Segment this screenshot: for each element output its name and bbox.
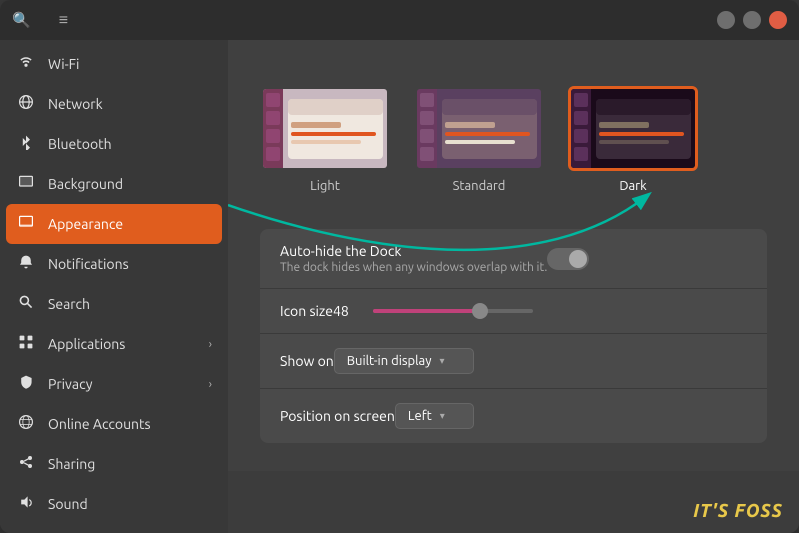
- titlebar-left: 🔍 ≡: [12, 11, 212, 30]
- toggle-knob: [569, 250, 587, 268]
- sidebar-item-network[interactable]: Network: [0, 84, 228, 124]
- dock-row-icon-size: Icon size48: [260, 289, 767, 334]
- dock-row-show-on: Show on Built-in display ▾: [260, 334, 767, 389]
- sidebar-label-notifications: Notifications: [48, 256, 212, 272]
- wifi-icon: [16, 54, 36, 74]
- dock-label-position: Position on screen: [280, 408, 395, 424]
- toggle-auto-hide[interactable]: [547, 248, 589, 270]
- dock-row-label-position: Position on screen: [280, 408, 395, 424]
- color-label-standard: Standard: [453, 179, 506, 193]
- sound-icon: [16, 494, 36, 514]
- window-content: Wi-Fi Network Bluetooth Background Appearanc…: [0, 40, 799, 533]
- color-preview-dark: [568, 86, 698, 171]
- slider-track[interactable]: [373, 309, 533, 313]
- dock-label-icon-size: Icon size: [280, 303, 333, 319]
- watermark-text1: IT'S: [693, 501, 729, 521]
- dock-sublabel-auto-hide: The dock hides when any windows overlap …: [280, 261, 547, 274]
- dock-label-auto-hide: Auto-hide the Dock: [280, 243, 547, 259]
- dock-card: Auto-hide the Dock The dock hides when an…: [260, 229, 767, 443]
- dock-row-label-show-on: Show on: [280, 353, 334, 369]
- chevron-down-icon: ▾: [440, 410, 445, 422]
- close-button[interactable]: ✕: [769, 11, 787, 29]
- sidebar-item-sound[interactable]: Sound: [0, 484, 228, 524]
- color-preview-light: [260, 86, 390, 171]
- notifications-icon: [16, 254, 36, 274]
- watermark: IT'S FOSS: [693, 501, 783, 521]
- main-wrapper: Light Standard Dark: [228, 40, 799, 533]
- settings-window: 🔍 ≡ − □ ✕ Wi-Fi Network Bluetooth Backgroun…: [0, 0, 799, 533]
- sidebar-label-network: Network: [48, 96, 212, 112]
- dock-row-position: Position on screen Left ▾: [260, 389, 767, 443]
- sidebar-label-bluetooth: Bluetooth: [48, 136, 212, 152]
- slider-value: 48: [333, 303, 361, 319]
- color-card-light[interactable]: Light: [260, 86, 390, 193]
- slider-thumb[interactable]: [472, 303, 488, 319]
- sidebar-item-appearance[interactable]: Appearance: [6, 204, 222, 244]
- network-icon: [16, 94, 36, 114]
- sidebar-item-applications[interactable]: Applications ›: [0, 324, 228, 364]
- sidebar-label-privacy: Privacy: [48, 376, 197, 392]
- sidebar-item-notifications[interactable]: Notifications: [0, 244, 228, 284]
- sidebar-label-background: Background: [48, 176, 212, 192]
- select-position[interactable]: Left ▾: [395, 403, 474, 429]
- sidebar: Wi-Fi Network Bluetooth Background Appearanc…: [0, 40, 228, 533]
- hamburger-icon[interactable]: ≡: [59, 11, 68, 30]
- applications-icon: [16, 334, 36, 354]
- sidebar-item-bluetooth[interactable]: Bluetooth: [0, 124, 228, 164]
- color-card-dark[interactable]: Dark: [568, 86, 698, 193]
- background-icon: [16, 174, 36, 194]
- slider-fill: [373, 309, 480, 313]
- chevron-right-icon: ›: [209, 338, 212, 351]
- sidebar-item-sharing[interactable]: Sharing: [0, 444, 228, 484]
- search-icon: [16, 294, 36, 314]
- sidebar-label-sharing: Sharing: [48, 456, 212, 472]
- watermark-text2: FOSS: [729, 501, 783, 521]
- minimize-button[interactable]: −: [717, 11, 735, 29]
- sharing-icon: [16, 454, 36, 474]
- select-value-position: Left: [408, 409, 432, 423]
- maximize-button[interactable]: □: [743, 11, 761, 29]
- color-label-dark: Dark: [619, 179, 646, 193]
- select-value-show-on: Built-in display: [347, 354, 432, 368]
- chevron-down-icon: ▾: [439, 355, 444, 367]
- sidebar-item-background[interactable]: Background: [0, 164, 228, 204]
- sidebar-label-applications: Applications: [48, 336, 197, 352]
- dock-row-label-auto-hide: Auto-hide the Dock The dock hides when an…: [280, 243, 547, 274]
- sidebar-item-wifi[interactable]: Wi-Fi: [0, 44, 228, 84]
- titlebar: 🔍 ≡ − □ ✕: [0, 0, 799, 40]
- color-card-standard[interactable]: Standard: [414, 86, 544, 193]
- appearance-icon: [16, 214, 36, 234]
- dock-row-auto-hide: Auto-hide the Dock The dock hides when an…: [260, 229, 767, 289]
- sidebar-item-search[interactable]: Search: [0, 284, 228, 324]
- sidebar-item-online-accounts[interactable]: Online Accounts: [0, 404, 228, 444]
- privacy-icon: [16, 374, 36, 394]
- color-preview-standard: [414, 86, 544, 171]
- sidebar-label-sound: Sound: [48, 496, 212, 512]
- color-label-light: Light: [310, 179, 340, 193]
- sidebar-label-search: Search: [48, 296, 212, 312]
- chevron-right-icon: ›: [209, 378, 212, 391]
- dock-label-show-on: Show on: [280, 353, 334, 369]
- bluetooth-icon: [16, 134, 36, 154]
- search-icon[interactable]: 🔍: [12, 11, 31, 29]
- slider-container: 48: [333, 303, 533, 319]
- main-panel: Light Standard Dark: [228, 40, 799, 471]
- sidebar-label-online-accounts: Online Accounts: [48, 416, 212, 432]
- sidebar-label-appearance: Appearance: [48, 216, 212, 232]
- select-show-on[interactable]: Built-in display ▾: [334, 348, 474, 374]
- window-controls: − □ ✕: [717, 11, 787, 29]
- online-accounts-icon: [16, 414, 36, 434]
- dock-row-label-icon-size: Icon size: [280, 303, 333, 319]
- sidebar-item-privacy[interactable]: Privacy ›: [0, 364, 228, 404]
- sidebar-label-wifi: Wi-Fi: [48, 56, 212, 72]
- color-options: Light Standard Dark: [260, 86, 767, 193]
